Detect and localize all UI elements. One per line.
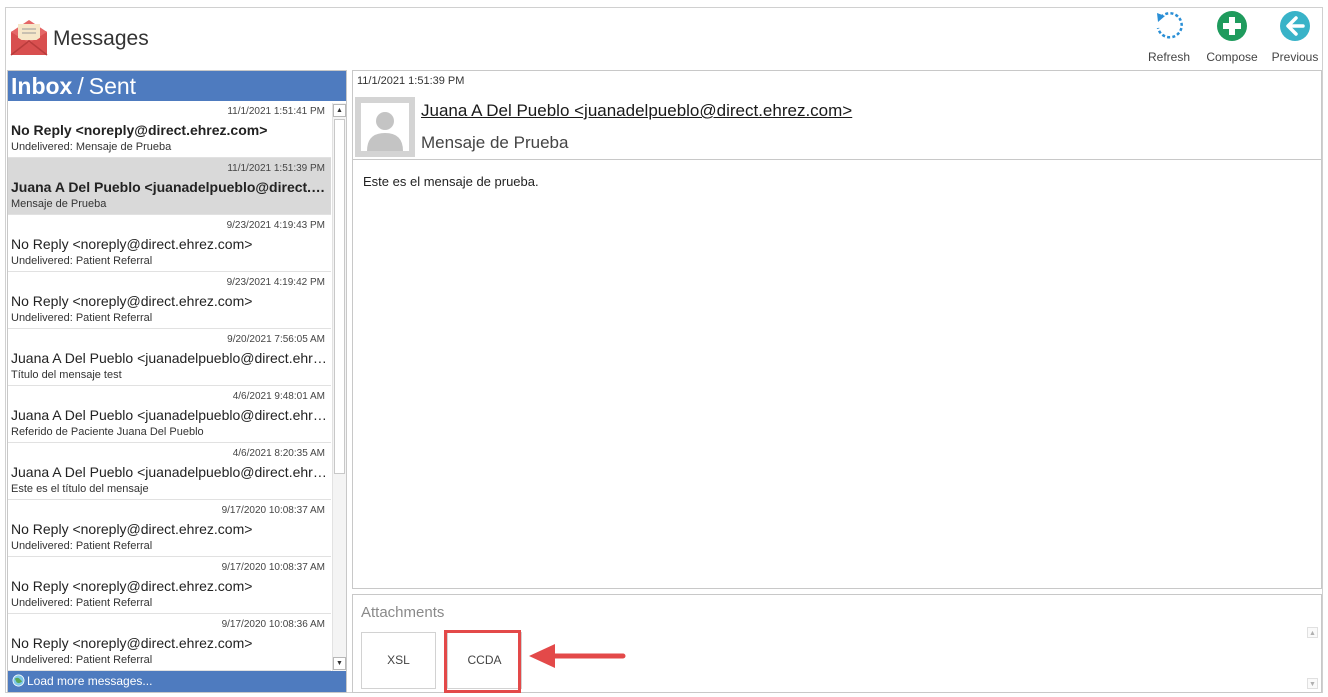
message-sender: Juana A Del Pueblo <juanadelpueblo@direc… bbox=[11, 464, 327, 480]
message-date: 4/6/2021 8:20:35 AM bbox=[232, 448, 325, 459]
message-date: 11/1/2021 1:51:41 PM bbox=[227, 106, 325, 117]
message-subject-line: Undelivered: Patient Referral bbox=[11, 540, 153, 552]
message-list-item[interactable]: 4/6/2021 9:48:01 AM Juana A Del Pueblo <j… bbox=[8, 386, 331, 443]
message-timestamp: 11/1/2021 1:51:39 PM bbox=[357, 75, 465, 87]
attachments-scrollbar[interactable]: ▲ ▼ bbox=[1307, 627, 1318, 689]
attachment-xsl[interactable]: XSL bbox=[361, 632, 436, 689]
message-list-item[interactable]: 9/17/2020 10:08:37 AM No Reply <noreply@d… bbox=[8, 557, 331, 614]
message-header: 11/1/2021 1:51:39 PM Juana A Del Pueblo … bbox=[352, 70, 1322, 159]
scroll-up-button[interactable]: ▲ bbox=[333, 104, 346, 117]
message-sender: Juana A Del Pueblo <juanadelpueblo@direc… bbox=[11, 350, 327, 366]
sender-link[interactable]: Juana A Del Pueblo <juanadelpueblo@direc… bbox=[421, 101, 852, 121]
message-body-text: Este es el mensaje de prueba. bbox=[363, 174, 539, 189]
tab-separator: / bbox=[77, 73, 84, 99]
message-subject-line: Título del mensaje test bbox=[11, 369, 122, 381]
message-subject-line: Mensaje de Prueba bbox=[11, 198, 107, 210]
app-title: Messages bbox=[53, 27, 149, 50]
message-date: 4/6/2021 9:48:01 AM bbox=[232, 391, 325, 402]
tab-sent[interactable]: Sent bbox=[89, 73, 136, 99]
message-list-item[interactable]: 4/6/2021 8:20:35 AM Juana A Del Pueblo <j… bbox=[8, 443, 331, 500]
person-silhouette-icon bbox=[367, 112, 403, 151]
compose-label: Compose bbox=[1206, 50, 1258, 64]
message-sender: No Reply <noreply@direct.ehrez.com> bbox=[11, 236, 253, 252]
message-sender: No Reply <noreply@direct.ehrez.com> bbox=[11, 122, 268, 138]
globe-icon bbox=[12, 674, 25, 687]
compose-button[interactable]: Compose bbox=[1202, 10, 1262, 68]
arrow-left-circle-icon bbox=[1280, 11, 1310, 41]
message-date: 9/23/2021 4:19:43 PM bbox=[226, 220, 325, 231]
plus-circle-icon bbox=[1217, 11, 1247, 41]
message-list-item[interactable]: 9/17/2020 10:08:36 AM No Reply <noreply@d… bbox=[8, 614, 331, 671]
ccda-highlight-box bbox=[444, 630, 521, 693]
message-date: 9/20/2021 7:56:05 AM bbox=[227, 334, 325, 345]
load-more-button[interactable]: Load more messages... bbox=[8, 671, 346, 692]
message-date: 9/23/2021 4:19:42 PM bbox=[226, 277, 325, 288]
message-date: 9/17/2020 10:08:37 AM bbox=[221, 505, 325, 516]
message-sender: No Reply <noreply@direct.ehrez.com> bbox=[11, 635, 253, 651]
message-sender: No Reply <noreply@direct.ehrez.com> bbox=[11, 521, 253, 537]
message-subject-line: Undelivered: Patient Referral bbox=[11, 312, 153, 324]
message-date: 9/17/2020 10:08:37 AM bbox=[221, 562, 325, 573]
message-sender: Juana A Del Pueblo <juanadelpueblo@direc… bbox=[11, 179, 327, 195]
refresh-label: Refresh bbox=[1147, 50, 1191, 64]
previous-label: Previous bbox=[1271, 50, 1319, 64]
message-list-item[interactable]: 9/17/2020 10:08:37 AM No Reply <noreply@d… bbox=[8, 500, 331, 557]
message-list-item[interactable]: 11/1/2021 1:51:39 PM Juana A Del Pueblo <… bbox=[8, 158, 331, 215]
message-list-item[interactable]: 9/20/2021 7:56:05 AM Juana A Del Pueblo <… bbox=[8, 329, 331, 386]
message-list: 11/1/2021 1:51:41 PM No Reply <noreply@di… bbox=[8, 101, 331, 671]
message-subject-line: Undelivered: Patient Referral bbox=[11, 597, 153, 609]
attachments-scroll-down[interactable]: ▼ bbox=[1307, 678, 1318, 689]
message-sender: No Reply <noreply@direct.ehrez.com> bbox=[11, 578, 253, 594]
scroll-down-button[interactable]: ▼ bbox=[333, 657, 346, 670]
attachments-panel: Attachments XSL CCDA ▲ ▼ bbox=[352, 594, 1322, 693]
message-list-scrollbar[interactable]: ▲ ▼ bbox=[332, 103, 346, 671]
refresh-button[interactable]: Refresh bbox=[1139, 10, 1199, 68]
message-subject: Mensaje de Prueba bbox=[421, 133, 569, 152]
message-list-panel: Inbox / Sent 11/1/2021 1:51:41 PM No Reply … bbox=[7, 70, 347, 693]
header-bar: Messages Refresh Compose Previous bbox=[6, 8, 1322, 70]
message-list-item[interactable]: 11/1/2021 1:51:41 PM No Reply <noreply@di… bbox=[8, 101, 331, 158]
message-subject-line: Referido de Paciente Juana Del Pueblo bbox=[11, 426, 204, 438]
tab-inbox[interactable]: Inbox bbox=[11, 73, 72, 99]
load-more-label: Load more messages... bbox=[27, 674, 153, 688]
message-sender: No Reply <noreply@direct.ehrez.com> bbox=[11, 293, 253, 309]
scroll-thumb[interactable] bbox=[334, 119, 345, 474]
messages-window: Messages Refresh Compose Previous Inbox … bbox=[5, 7, 1323, 693]
message-date: 9/17/2020 10:08:36 AM bbox=[221, 619, 325, 630]
refresh-icon bbox=[1156, 12, 1183, 39]
message-list-item[interactable]: 9/23/2021 4:19:42 PM No Reply <noreply@di… bbox=[8, 272, 331, 329]
message-subject-line: Undelivered: Mensaje de Prueba bbox=[11, 141, 172, 153]
message-subject-line: Undelivered: Patient Referral bbox=[11, 654, 153, 666]
message-date: 11/1/2021 1:51:39 PM bbox=[227, 163, 325, 174]
previous-button[interactable]: Previous bbox=[1265, 10, 1325, 68]
attachments-scroll-up[interactable]: ▲ bbox=[1307, 627, 1318, 638]
message-sender: Juana A Del Pueblo <juanadelpueblo@direc… bbox=[11, 407, 327, 423]
annotation-arrow-icon bbox=[529, 644, 626, 668]
message-subject-line: Este es el título del mensaje bbox=[11, 483, 149, 495]
avatar bbox=[355, 97, 415, 157]
message-list-item[interactable]: 9/23/2021 4:19:43 PM No Reply <noreply@di… bbox=[8, 215, 331, 272]
envelope-icon bbox=[10, 20, 48, 56]
message-body: Este es el mensaje de prueba. bbox=[352, 159, 1322, 589]
folder-tabs: Inbox / Sent bbox=[8, 71, 346, 101]
message-subject-line: Undelivered: Patient Referral bbox=[11, 255, 153, 267]
attachments-label: Attachments bbox=[361, 604, 445, 621]
